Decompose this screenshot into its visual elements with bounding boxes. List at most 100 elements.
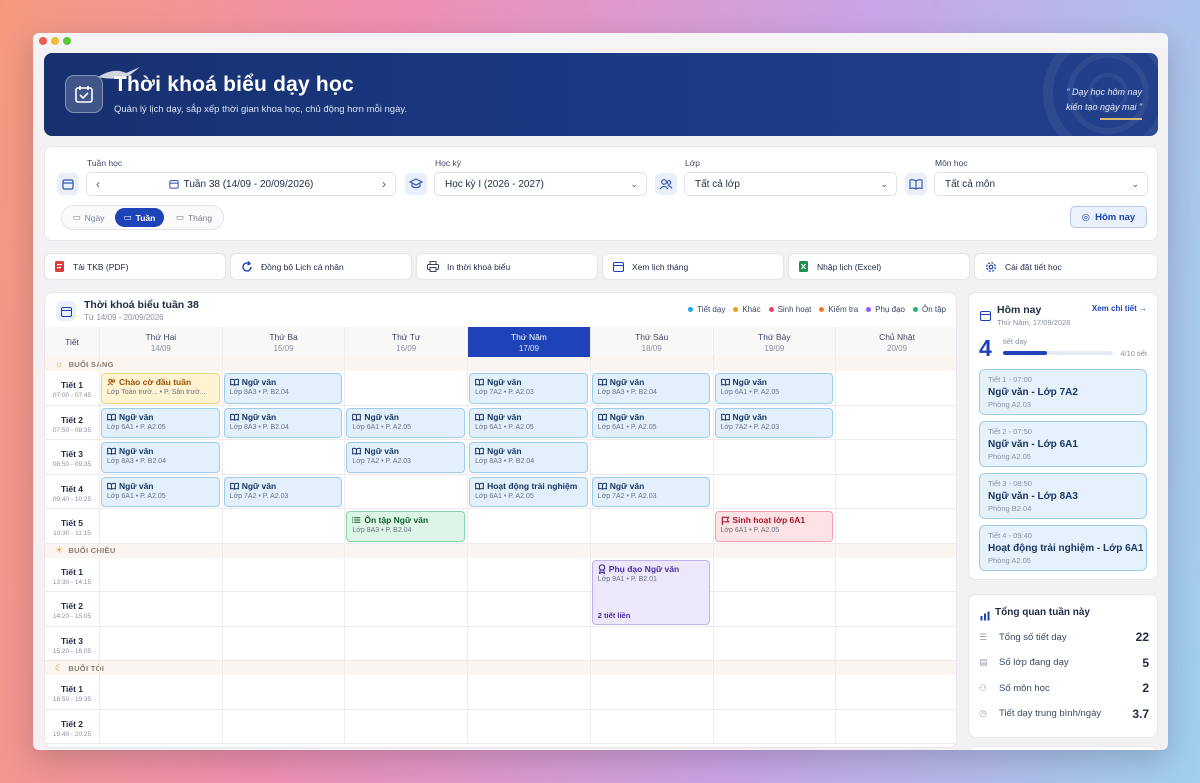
schedule-event[interactable]: Ngữ văn Lớp 6A1 • P. A2.05 [101, 407, 220, 438]
view-day-button[interactable]: ▭ Ngày [65, 208, 112, 227]
week-value[interactable]: Tuần 38 (14/09 - 20/09/2026) [184, 179, 314, 190]
event-title: Ngữ văn [732, 411, 768, 422]
schedule-event[interactable]: Ngữ văn Lớp 7A2 • P. A2.03 [714, 407, 834, 438]
event-title-row: Ngữ văn [229, 481, 337, 491]
event-title-row: Hoạt động trải nghiệm [475, 481, 582, 491]
day-date: 18/09 [641, 344, 662, 353]
event-details: Lớp 6A1 • P. A2.05 [720, 389, 780, 396]
day-header-3[interactable]: Thứ Tư 16/09 [344, 327, 468, 357]
period-label: Tiết 2 14:20 - 15:05 [45, 592, 99, 627]
maximize-window-button[interactable] [63, 37, 71, 45]
calendar-icon [57, 173, 79, 195]
period-row: Tiết 1 18:50 - 19:35 [45, 675, 956, 710]
today-class-card[interactable]: Tiết 3 - 08:50 Ngữ văn - Lớp 8A3 Phòng B2.… [979, 473, 1147, 519]
book-icon [597, 378, 607, 386]
today-class-title: Hoạt động trải nghiệm - Lớp 6A1 [988, 543, 1144, 554]
calendar-icon: ▭ [72, 212, 81, 222]
column-divider [344, 357, 346, 744]
today-button[interactable]: ◎ Hôm nay [1070, 206, 1147, 228]
print-button[interactable]: In thời khoá biểu [416, 253, 598, 280]
schedule-event[interactable]: Ôn tập Ngữ văn Lớp 8A3 • P. B2.04 [346, 511, 466, 542]
minimize-window-button[interactable] [51, 37, 59, 45]
event-title-row: Phụ đạo Ngữ văn [598, 564, 705, 574]
view-week-button[interactable]: ▭ Tuần [115, 208, 164, 227]
schedule-event[interactable]: Ngữ văn Lớp 8A3 • P. B2.04 [101, 442, 220, 473]
schedule-event[interactable]: Ngữ văn Lớp 7A2 • P. A2.03 [346, 442, 466, 473]
view-month-button[interactable]: ▭ Tháng [167, 208, 221, 227]
event-title: Ngữ văn [609, 377, 645, 387]
today-count: 4 [979, 335, 992, 361]
download-pdf-button[interactable]: Tải TKB (PDF) [44, 253, 226, 280]
users-icon [655, 173, 677, 195]
view-details-link[interactable]: Xem chi tiết → [1092, 304, 1147, 313]
next-week-button[interactable]: › [382, 177, 386, 191]
subject-value: Tất cả môn [945, 178, 996, 190]
today-class-card[interactable]: Tiết 4 - 09:40 Hoạt động trải nghiệm - Lớ… [979, 525, 1147, 571]
schedule-event[interactable]: Ngữ văn Lớp 6A1 • P. A2.05 [714, 373, 834, 404]
event-title-row: Ngữ văn [229, 377, 337, 387]
schedule-event[interactable]: Ngữ văn Lớp 6A1 • P. A2.05 [346, 407, 466, 438]
summary-value: 5 [1142, 655, 1149, 670]
day-header-5[interactable]: Thứ Sáu 18/09 [589, 327, 713, 357]
schedule-event[interactable]: Sinh hoạt lớp 6A1 Lớp 6A1 • P. A2.05 [714, 511, 834, 542]
day-header-2[interactable]: Thứ Ba 15/09 [221, 327, 345, 357]
schedule-event[interactable]: Ngữ văn Lớp 7A2 • P. A2.03 [469, 373, 588, 404]
schedule-event[interactable]: Ngữ văn Lớp 6A1 • P. A2.05 [469, 407, 588, 438]
schedule-event[interactable]: Chào cờ đầu tuần Lớp Toàn trườ... • P. Sâ… [101, 373, 220, 404]
book-icon [107, 482, 116, 490]
book-icon [229, 482, 239, 490]
month-view-button[interactable]: Xem lịch tháng [602, 253, 784, 280]
book-icon [597, 482, 607, 490]
day-date: 15/09 [273, 344, 294, 353]
view-toggle: ▭ Ngày ▭ Tuần ▭ Tháng [61, 205, 224, 230]
schedule-range: Từ 14/09 - 20/09/2026 [84, 313, 164, 322]
event-title-row: Ngữ văn [352, 412, 459, 422]
close-window-button[interactable] [39, 37, 47, 45]
calendar-icon [56, 301, 76, 321]
schedule-event[interactable]: Ngữ văn Lớp 7A2 • P. A2.03 [223, 476, 343, 507]
schedule-event[interactable]: Ngữ văn Lớp 8A3 • P. B2.04 [469, 442, 588, 473]
period-row: Tiết 3 15:20 - 16:05 [45, 627, 956, 661]
semester-select[interactable]: Học kỳ I (2026 - 2027) ⌄ [434, 172, 647, 196]
clock-icon: ◷ [979, 708, 987, 718]
day-header-1[interactable]: Thứ Hai 14/09 [99, 327, 222, 357]
summary-label: Số lớp đang dạy [999, 657, 1069, 668]
sync-calendar-button[interactable]: Đồng bộ Lịch cá nhân [230, 253, 412, 280]
event-title: Ngữ văn [487, 377, 522, 387]
quote-divider [1100, 118, 1142, 120]
class-select[interactable]: Tất cả lớp ⌄ [684, 172, 897, 196]
legend-dot [866, 307, 872, 313]
import-excel-button[interactable]: Nhập lịch (Excel) [788, 253, 970, 280]
schedule-event[interactable]: Ngữ văn Lớp 8A3 • P. B2.04 [223, 373, 343, 404]
column-divider [589, 357, 591, 744]
period-label: Tiết 2 19:40 - 20:25 [45, 710, 99, 745]
day-header-7[interactable]: Chủ Nhật 20/09 [835, 327, 956, 357]
header-row: Tiết Thứ Hai 14/09 Thứ Ba 15/09 Thứ Tư 16/09 Th… [45, 327, 956, 357]
today-progress-bar [1003, 351, 1113, 355]
day-header-4[interactable]: Thứ Năm 17/09 [467, 327, 590, 357]
event-details: Lớp 6A1 • P. A2.05 [597, 423, 657, 431]
day-header-6[interactable]: Thứ Bảy 19/09 [712, 327, 836, 357]
schedule-event[interactable]: Ngữ văn Lớp 8A3 • P. B2.04 [223, 407, 343, 438]
event-title: Ôn tập Ngữ văn [364, 515, 429, 525]
schedule-panel: Thời khoá biểu tuần 38 Từ 14/09 - 20/09/… [44, 292, 957, 748]
schedule-event[interactable]: Ngữ văn Lớp 7A2 • P. A2.03 [591, 476, 711, 507]
prev-week-button[interactable]: ‹ [96, 177, 100, 191]
schedule-event[interactable]: Phụ đạo Ngữ văn Lớp 9A1 • P. B2.01 2 tiết … [591, 559, 711, 625]
schedule-event[interactable]: Ngữ văn Lớp 6A1 • P. A2.05 [101, 476, 220, 507]
today-date: Thứ Năm, 17/09/2026 [997, 318, 1071, 327]
legend-dot [768, 307, 774, 313]
action-label: Xem lịch tháng [632, 261, 689, 272]
subject-select[interactable]: Tất cả môn ⌄ [934, 172, 1148, 196]
period-name: Tiết 2 [60, 601, 84, 611]
schedule-event[interactable]: Ngữ văn Lớp 6A1 • P. A2.05 [591, 407, 711, 438]
period-settings-button[interactable]: Cài đặt tiết học [974, 253, 1158, 280]
today-class-card[interactable]: Tiết 1 - 07:00 Ngữ văn - Lớp 7A2 Phòng A2.… [979, 369, 1147, 415]
summary-row: ☰ Tổng số tiết dạy 22 [979, 629, 1149, 645]
legend-dot [733, 307, 739, 313]
summary-label: Tiết dạy trung bình/ngày [999, 708, 1102, 719]
schedule-event[interactable]: Ngữ văn Lớp 8A3 • P. B2.04 [591, 373, 711, 404]
today-class-card[interactable]: Tiết 2 - 07:50 Ngữ văn - Lớp 6A1 Phòng A2.… [979, 421, 1147, 467]
period-time: 07:50 - 08:35 [52, 426, 92, 434]
schedule-event[interactable]: Hoạt động trải nghiệm Lớp 6A1 • P. A2.05 [469, 476, 588, 507]
